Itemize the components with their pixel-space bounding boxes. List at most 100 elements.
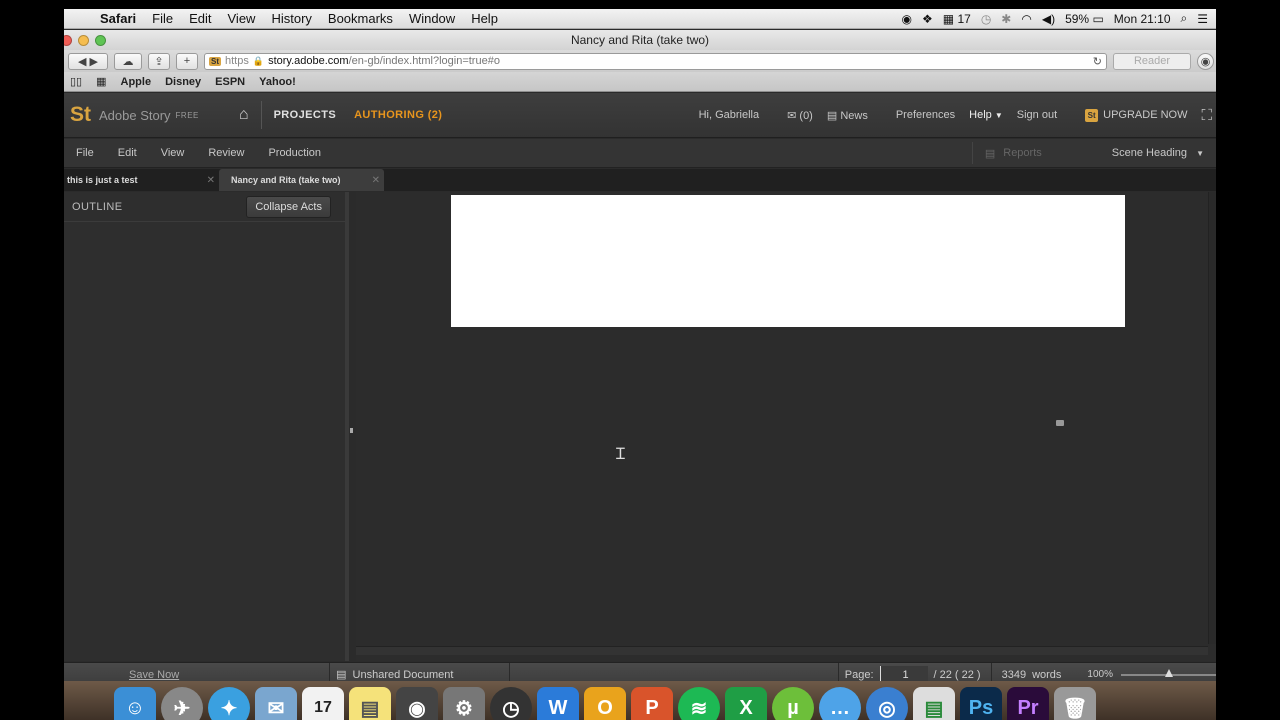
menu-help[interactable]: Help (463, 11, 506, 26)
news-icon: ▤ (826, 109, 838, 122)
reading-list-icon[interactable]: ▯▯ (70, 75, 82, 88)
bookmark-disney[interactable]: Disney (165, 76, 201, 88)
adobe-story-app: St Adobe Story FREE ⌂ PROJECTS AUTHORING… (64, 93, 1216, 720)
reader-button[interactable]: Reader (1113, 52, 1191, 70)
spotify-icon[interactable]: ≋ (678, 687, 720, 720)
comment-icon[interactable] (1056, 420, 1064, 426)
outline-header: OUTLINE Collapse Acts (64, 192, 345, 222)
script-editor[interactable]: Ɪ (356, 192, 1216, 661)
premiere-icon[interactable]: Pr (1007, 687, 1049, 720)
tab-this-is-just-a-test[interactable]: this is just a test ✕ (64, 169, 219, 191)
save-now-link[interactable]: Save Now (129, 669, 179, 681)
volume-icon[interactable]: ◀) (1042, 12, 1055, 26)
messages-icon[interactable]: … (819, 687, 861, 720)
dashboard-icon[interactable]: ◷ (490, 687, 532, 720)
safari-icon[interactable]: ✦ (208, 687, 250, 720)
home-icon[interactable]: ⌂ (239, 106, 249, 124)
zoom-slider[interactable] (1121, 668, 1216, 677)
help-menu[interactable]: Help ▼ (969, 109, 1003, 121)
photoshop-icon[interactable]: Ps (960, 687, 1002, 720)
close-window-button[interactable] (64, 34, 72, 46)
preferences-link[interactable]: Preferences (896, 109, 955, 121)
app-menu-view[interactable]: View (149, 147, 197, 159)
panel-resize-handle[interactable] (350, 428, 353, 433)
bookmark-apple[interactable]: Apple (121, 76, 152, 88)
bluetooth-icon[interactable]: ✱ (1001, 12, 1011, 26)
nav-authoring[interactable]: AUTHORING (2) (354, 109, 442, 121)
zoom-slider-knob[interactable] (1165, 668, 1173, 677)
close-tab-icon[interactable]: ✕ (372, 175, 380, 186)
reload-icon[interactable]: ↻ (1093, 55, 1102, 68)
horizontal-scrollbar[interactable] (356, 646, 1208, 655)
menu-file[interactable]: File (144, 11, 181, 26)
chevron-down-icon: ▼ (1196, 149, 1204, 158)
calendar-status-day: 17 (957, 11, 971, 26)
network-icon[interactable]: ◎ (866, 687, 908, 720)
record-icon[interactable]: ◉ (902, 12, 912, 26)
stickies-icon[interactable]: ▤ (349, 687, 391, 720)
bookmark-espn[interactable]: ESPN (215, 76, 245, 88)
reports-button[interactable]: ▤ Reports (971, 142, 1112, 164)
nav-projects[interactable]: PROJECTS (274, 109, 337, 121)
time-machine-icon[interactable]: ◷ (981, 12, 991, 26)
calendar-status-icon[interactable]: ▦ 17 (943, 12, 971, 26)
excel-icon[interactable]: X (725, 687, 767, 720)
sign-out-link[interactable]: Sign out (1017, 109, 1057, 121)
word-icon[interactable]: W (537, 687, 579, 720)
battery-status[interactable]: 59% ▭ (1065, 12, 1104, 26)
news-link[interactable]: ▤ News (827, 109, 868, 122)
outlook-icon[interactable]: O (584, 687, 626, 720)
back-forward-buttons[interactable]: ◀ ▶ (68, 52, 108, 70)
zoom-window-button[interactable] (95, 34, 106, 46)
menu-edit[interactable]: Edit (181, 11, 219, 26)
tab-label: this is just a test (67, 175, 138, 185)
powerpoint-icon[interactable]: P (631, 687, 673, 720)
system-preferences-icon[interactable]: ⚙ (443, 687, 485, 720)
menu-bookmarks[interactable]: Bookmarks (320, 11, 401, 26)
menu-history[interactable]: History (263, 11, 319, 26)
upgrade-logo-icon: St (1085, 108, 1099, 122)
finder-icon[interactable]: ☺ (114, 687, 156, 720)
app-header: St Adobe Story FREE ⌂ PROJECTS AUTHORING… (64, 93, 1216, 138)
wifi-icon[interactable]: ◠ (1021, 12, 1031, 26)
menu-app-name[interactable]: Safari (92, 11, 144, 26)
app-menu-file[interactable]: File (64, 147, 106, 159)
app-menu-production[interactable]: Production (256, 147, 333, 159)
notification-center-icon[interactable]: ☰ (1197, 12, 1208, 26)
menu-view[interactable]: View (220, 11, 264, 26)
share-icon[interactable]: ⇪ (148, 52, 170, 70)
menu-window[interactable]: Window (401, 11, 463, 26)
add-bookmark-icon[interactable]: + (176, 52, 198, 70)
bookmark-yahoo[interactable]: Yahoo! (259, 76, 296, 88)
url-scheme: https (225, 55, 249, 67)
element-type-select[interactable]: Scene Heading ▼ (1112, 147, 1216, 159)
collapse-acts-button[interactable]: Collapse Acts (246, 195, 331, 218)
utorrent-icon[interactable]: µ (772, 687, 814, 720)
script-page[interactable] (451, 195, 1125, 327)
calendar-app-icon[interactable]: 17 (302, 687, 344, 720)
app-menu-review[interactable]: Review (196, 147, 256, 159)
trash-icon[interactable]: 🗑 (1054, 687, 1096, 720)
upgrade-button[interactable]: St UPGRADE NOW (1085, 108, 1187, 122)
downloads-icon[interactable]: ◉ (1197, 52, 1214, 70)
top-sites-icon[interactable]: ▦ (96, 75, 106, 88)
launchpad-icon[interactable]: ✈ (161, 687, 203, 720)
vertical-scrollbar[interactable] (1208, 192, 1216, 644)
clock[interactable]: Mon 21:10 (1114, 12, 1171, 26)
mail-app-icon[interactable]: ✉ (255, 687, 297, 720)
facetime-icon[interactable]: ◉ (396, 687, 438, 720)
icloud-tabs-icon[interactable]: ☁ (114, 52, 142, 70)
dropbox-icon[interactable]: ❖ (922, 12, 933, 26)
element-type-value: Scene Heading (1111, 147, 1188, 159)
news-label: News (840, 109, 868, 122)
minimize-window-button[interactable] (78, 34, 89, 46)
app-menu-edit[interactable]: Edit (106, 147, 149, 159)
document-app-icon[interactable]: ▤ (913, 687, 955, 720)
chevron-down-icon: ▼ (994, 111, 1003, 120)
tab-nancy-and-rita[interactable]: Nancy and Rita (take two) ✕ (219, 169, 384, 191)
spotlight-icon[interactable]: ⌕ (1181, 11, 1188, 26)
fullscreen-icon[interactable]: ⛶ (1201, 107, 1212, 124)
mail-button[interactable]: ✉ (0) (787, 109, 813, 122)
address-bar[interactable]: St https 🔒 story.adobe.com/en-gb/index.h… (204, 52, 1107, 70)
close-tab-icon[interactable]: ✕ (207, 175, 215, 186)
